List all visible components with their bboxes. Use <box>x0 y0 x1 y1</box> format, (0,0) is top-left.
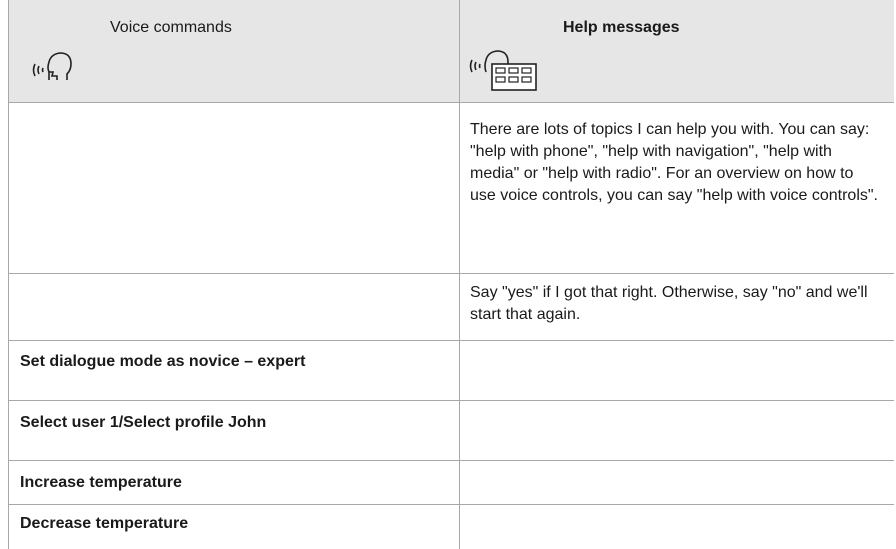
voice-command-cell: Select user 1/Select profile John <box>8 401 459 461</box>
voice-command-cell: Set dialogue mode as novice – expert <box>8 341 459 401</box>
table-row: Select user 1/Select profile John <box>8 400 894 461</box>
column-title-voice-commands: Voice commands <box>110 19 232 36</box>
table-row: Increase temperature <box>8 460 894 505</box>
help-message-cell <box>459 461 894 505</box>
voice-command-text: Increase temperature <box>20 474 182 491</box>
header-cell-help-messages: Help messages <box>459 0 894 102</box>
table-row: Decrease temperature <box>8 504 894 549</box>
voice-commands-table: Voice commands Help messages There are l… <box>8 0 894 549</box>
table-row: Say "yes" if I got that right. Otherwise… <box>8 273 894 341</box>
help-message-cell <box>459 505 894 549</box>
voice-command-cell <box>8 274 459 341</box>
help-message-text: Say "yes" if I got that right. Otherwise… <box>470 284 868 323</box>
help-message-cell: There are lots of topics I can help you … <box>459 103 894 273</box>
voice-command-text: Set dialogue mode as novice – expert <box>20 353 306 370</box>
column-title-help-messages: Help messages <box>563 19 680 36</box>
help-message-cell <box>459 401 894 461</box>
header-cell-voice-commands: Voice commands <box>8 0 459 102</box>
help-message-cell <box>459 341 894 401</box>
speaking-head-keypad-icon <box>469 50 537 91</box>
voice-command-cell: Increase temperature <box>8 461 459 505</box>
voice-command-cell <box>8 103 459 273</box>
help-message-text: There are lots of topics I can help you … <box>470 121 878 204</box>
table-header-row: Voice commands Help messages <box>8 0 894 103</box>
voice-command-text: Select user 1/Select profile John <box>20 414 267 431</box>
table-row: Set dialogue mode as novice – expert <box>8 340 894 401</box>
speaking-head-icon <box>32 52 72 80</box>
table-row: There are lots of topics I can help you … <box>8 103 894 273</box>
voice-command-cell: Decrease temperature <box>8 505 459 549</box>
voice-command-text: Decrease temperature <box>20 515 189 532</box>
help-message-cell: Say "yes" if I got that right. Otherwise… <box>459 274 894 341</box>
